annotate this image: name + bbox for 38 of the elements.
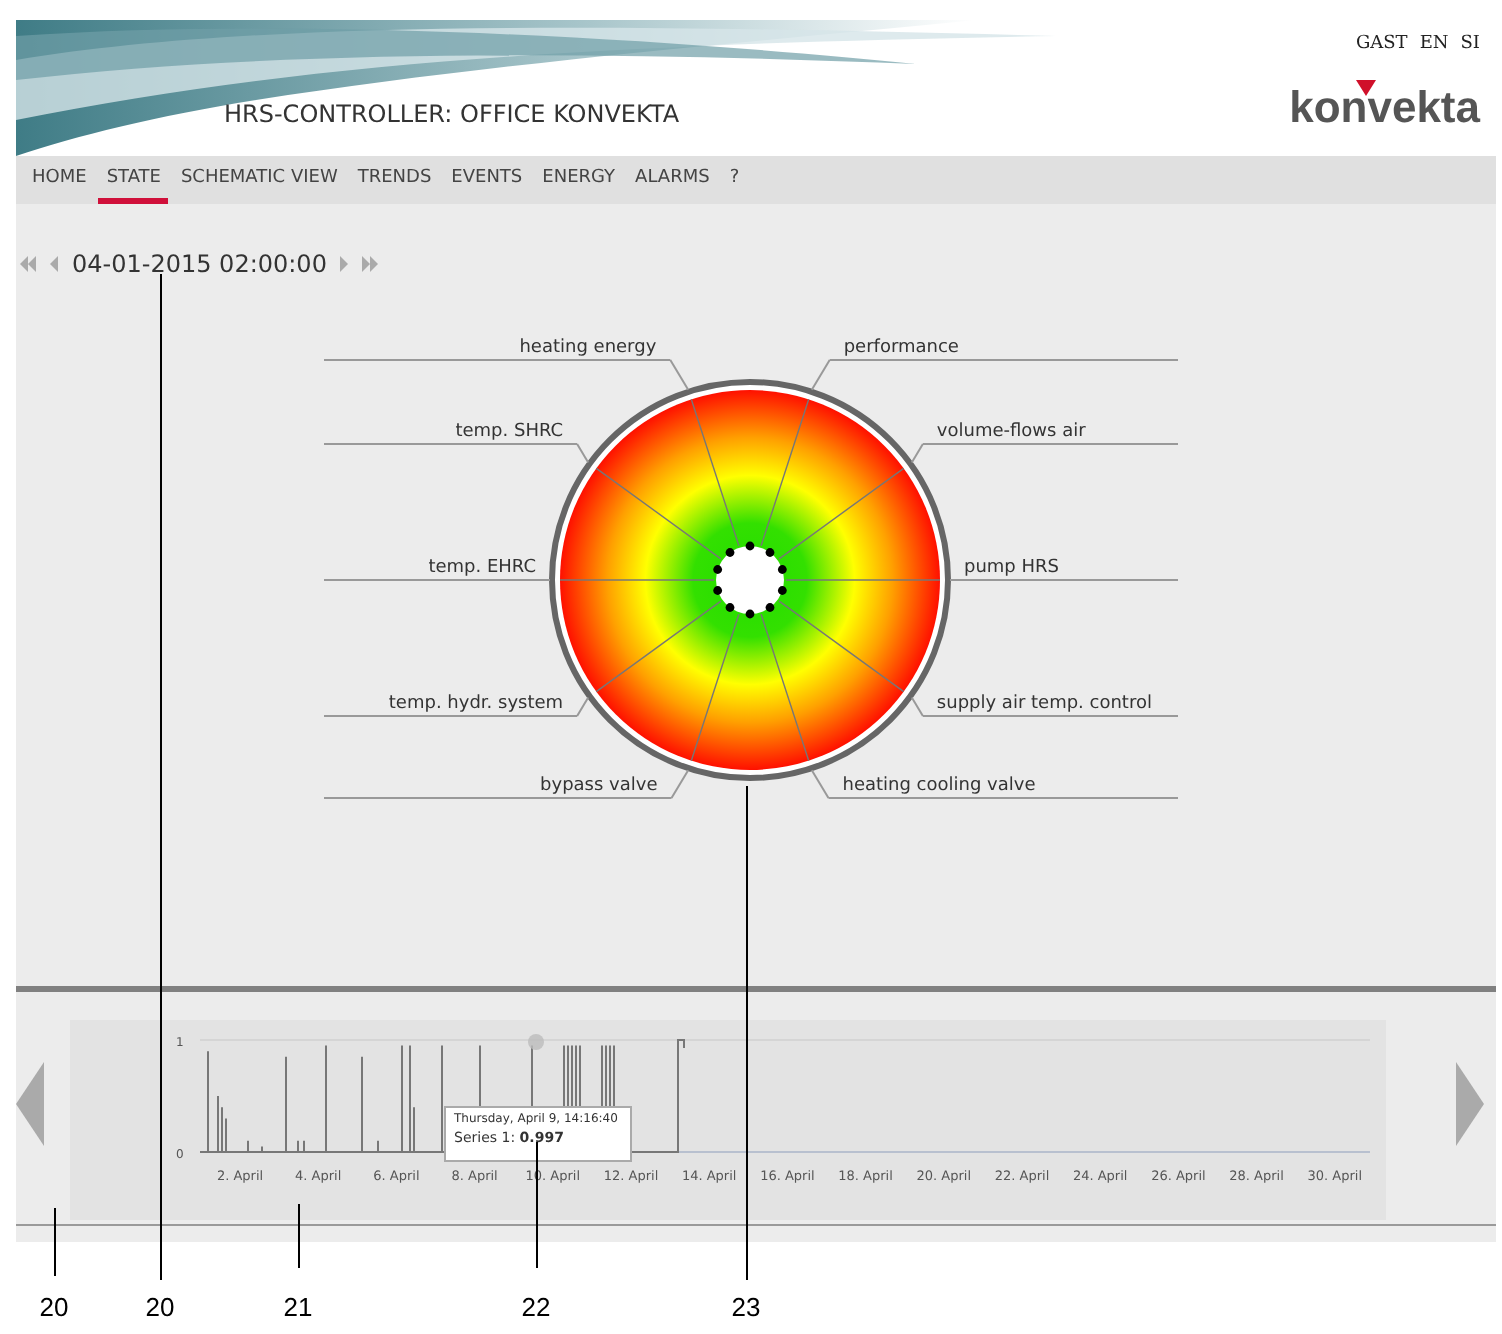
nav-tab[interactable]: TRENDS: [349, 156, 440, 204]
axis-label: temp. EHRC: [428, 558, 536, 578]
skip-back-icon[interactable]: [20, 256, 36, 272]
leader-line: [536, 1142, 538, 1268]
language-link[interactable]: SI: [1460, 34, 1480, 54]
page-title: HRS-CONTROLLER: OFFICE KONVEKTA: [224, 100, 680, 132]
nav-tab[interactable]: ALARMS: [627, 156, 718, 204]
axis-label: bypass valve: [540, 776, 658, 796]
callout-number: 23: [731, 1292, 761, 1322]
nav-tab[interactable]: HOME: [24, 156, 95, 204]
language-link[interactable]: EN: [1419, 34, 1449, 54]
scroll-right-icon[interactable]: [1456, 1062, 1484, 1146]
callout-number: 20: [145, 1292, 175, 1322]
nav-tab[interactable]: SCHEMATIC VIEW: [172, 156, 346, 204]
axis-label: supply air temp. control: [936, 694, 1152, 714]
back-icon[interactable]: [46, 256, 62, 272]
axis-label: temp. SHRC: [455, 422, 564, 442]
callout-number: 22: [521, 1292, 551, 1322]
callout-number: 21: [283, 1292, 313, 1322]
axis-label: heating energy: [519, 338, 657, 358]
hover-marker: [528, 1034, 544, 1050]
axis-label: heating cooling valve: [842, 776, 1036, 796]
forward-icon[interactable]: [336, 256, 353, 272]
leader-line: [54, 1208, 56, 1276]
nav-tab[interactable]: ENERGY: [534, 156, 624, 204]
axis-label: performance: [843, 338, 959, 358]
skip-forward-icon[interactable]: [362, 256, 379, 272]
nav-tab[interactable]: EVENTS: [443, 156, 531, 204]
axis-label: volume-flows air: [936, 422, 1086, 442]
axis-label: pump HRS: [964, 558, 1059, 578]
callout-number: 20: [39, 1292, 69, 1322]
logo: konvekta: [1289, 82, 1480, 134]
leader-line: [298, 1204, 300, 1268]
scroll-left-icon[interactable]: [16, 1062, 44, 1146]
date-time: 04-01-2015 02:00:00: [72, 250, 327, 278]
axis-label: temp. hydr. system: [388, 694, 564, 714]
nav-tab[interactable]: ?: [721, 156, 748, 204]
language-link[interactable]: GAST: [1355, 34, 1408, 54]
